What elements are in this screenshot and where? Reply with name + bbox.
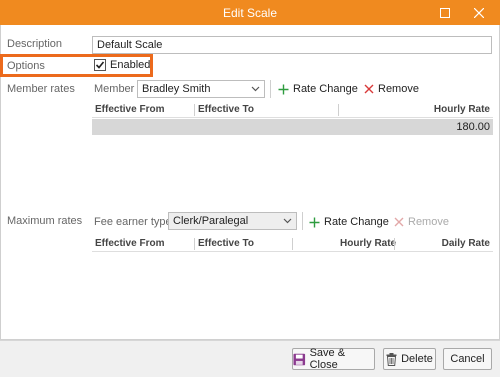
chevron-down-icon	[283, 218, 292, 224]
options-label: Options	[7, 60, 45, 72]
member-rates-label: Member rates	[7, 83, 75, 95]
title-bar: Edit Scale	[0, 0, 500, 25]
rate-change-label: Rate Change	[324, 216, 389, 228]
member-remove-button[interactable]: Remove	[364, 80, 419, 98]
column-divider	[194, 238, 195, 250]
remove-label: Remove	[408, 216, 449, 228]
maximize-button[interactable]	[430, 0, 460, 25]
description-input[interactable]	[92, 36, 492, 54]
maximize-icon	[440, 7, 450, 18]
plus-icon	[278, 84, 289, 94]
enabled-checkbox[interactable]	[94, 59, 106, 71]
trash-icon	[386, 352, 397, 366]
remove-label: Remove	[378, 83, 419, 95]
fee-earner-type-label: Fee earner type	[94, 216, 172, 228]
window-title: Edit Scale	[222, 6, 278, 20]
x-icon	[364, 84, 374, 94]
enabled-label[interactable]: Enabled	[110, 59, 150, 71]
x-icon	[394, 217, 404, 227]
column-divider	[338, 104, 339, 116]
toolbar-separator	[302, 212, 303, 230]
member-select-value: Bradley Smith	[142, 83, 211, 95]
floppy-disk-icon	[293, 353, 306, 365]
description-label: Description	[7, 38, 63, 50]
delete-button[interactable]: Delete	[383, 348, 436, 370]
rate-change-label: Rate Change	[293, 83, 358, 95]
close-button[interactable]	[464, 0, 494, 25]
maximum-rates-label: Maximum rates	[7, 215, 83, 227]
column-header-daily-rate[interactable]: Daily Rate	[442, 238, 490, 249]
column-divider	[292, 238, 293, 250]
column-divider	[394, 238, 395, 250]
member-select[interactable]: Bradley Smith	[137, 80, 265, 98]
toolbar-separator	[270, 80, 271, 98]
fee-earner-type-select[interactable]: Clerk/Paralegal	[168, 212, 297, 230]
member-label: Member	[94, 83, 135, 95]
maximum-rates-grid-header: Effective From Effective To Hourly Rate …	[92, 236, 493, 252]
column-header-effective-to[interactable]: Effective To	[198, 104, 254, 115]
column-header-hourly-rate[interactable]: Hourly Rate	[434, 104, 490, 115]
column-header-hourly-rate[interactable]: Hourly Rate	[340, 238, 396, 249]
save-close-button[interactable]: Save & Close	[292, 347, 375, 371]
delete-label: Delete	[401, 353, 433, 365]
save-close-label: Save & Close	[309, 347, 346, 371]
cancel-button[interactable]: Cancel	[443, 348, 492, 370]
max-rate-change-button[interactable]: Rate Change	[309, 213, 389, 231]
plus-icon	[309, 217, 320, 227]
member-rate-change-button[interactable]: Rate Change	[278, 80, 358, 98]
checkmark-icon	[95, 61, 105, 69]
chevron-down-icon	[251, 86, 260, 92]
fee-earner-type-value: Clerk/Paralegal	[173, 215, 249, 227]
member-rates-grid-header: Effective From Effective To Hourly Rate	[92, 102, 493, 118]
cell-hourly-rate: 180.00	[456, 121, 490, 133]
max-remove-button[interactable]: Remove	[394, 213, 449, 231]
dialog-body	[0, 25, 500, 377]
column-divider	[194, 104, 195, 116]
column-header-effective-from[interactable]: Effective From	[95, 238, 164, 249]
cancel-label: Cancel	[450, 353, 485, 365]
close-icon	[474, 7, 484, 18]
table-row[interactable]: 180.00	[92, 119, 493, 135]
column-header-effective-from[interactable]: Effective From	[95, 104, 164, 115]
column-header-effective-to[interactable]: Effective To	[198, 238, 254, 249]
